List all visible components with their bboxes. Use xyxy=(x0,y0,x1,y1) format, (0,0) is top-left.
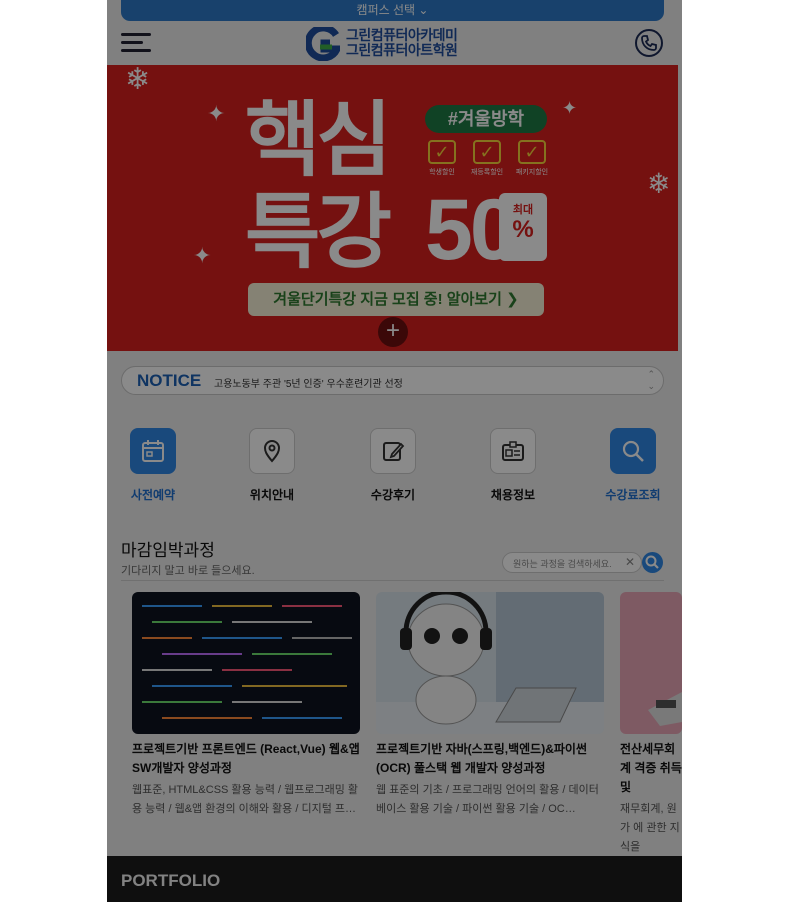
logo-line-2: 그린컴퓨터아트학원 xyxy=(346,42,458,58)
course-card[interactable]: 프로젝트기반 프론트엔드 (React,Vue) 웹&앱 SW개발자 양성과정 … xyxy=(132,592,362,819)
phone-call-icon[interactable] xyxy=(635,29,663,57)
course-title: 전산세무회계 격증 취득 및 xyxy=(620,742,682,794)
left-margin xyxy=(0,0,107,902)
quick-menu: 사전예약 위치안내 수강후기 채용정보 수강료조회 xyxy=(107,428,682,508)
banner-plus-button[interactable]: + xyxy=(378,317,408,347)
robot-laptop-image xyxy=(376,592,604,734)
portfolio-section: PORTFOLIO xyxy=(107,856,682,902)
banner-cta-button[interactable]: 겨울단기특강 지금 모집 중! 알아보기 ❯ xyxy=(248,283,544,316)
calculator-image xyxy=(648,692,682,726)
top-header: 그린컴퓨터아카데미 그린컴퓨터아트학원 xyxy=(107,21,682,65)
check-icon: ✓ xyxy=(428,140,456,164)
check-label: 재등록할인 xyxy=(470,169,504,176)
quick-item-label: 수강후기 xyxy=(370,488,416,502)
search-icon xyxy=(645,555,659,569)
section-title: 마감임박과정 xyxy=(121,541,215,560)
notice-label: NOTICE xyxy=(137,371,202,390)
location-pin-icon xyxy=(249,428,295,474)
course-description: 재무회계, 원가 에 관한 지식을 xyxy=(620,803,680,853)
banner-title-line-1: 핵심 xyxy=(245,95,392,186)
quick-item-reviews[interactable]: 수강후기 xyxy=(353,428,433,508)
portfolio-title: PORTFOLIO xyxy=(121,871,221,890)
check-item: ✓ 패키지할인 xyxy=(515,140,549,180)
snowflake-icon: ❄ xyxy=(647,168,671,199)
notice-bar[interactable]: NOTICE 고용노동부 주관 '5년 인증' 우수훈련기관 선정 ⌃ ⌄ xyxy=(121,366,664,395)
sparkle-icon: ✦ xyxy=(193,243,212,268)
calendar-icon xyxy=(130,428,176,474)
sparkle-icon: ✦ xyxy=(562,98,578,118)
course-card[interactable]: 전산세무회계 격증 취득 및 재무회계, 원가 에 관한 지식을 xyxy=(620,592,682,857)
logo-mark-icon xyxy=(306,27,340,61)
discount-unit: % xyxy=(512,216,534,243)
mobile-viewport: 캠퍼스 선택 ⌄ 그린컴퓨터아카데미 그린컴퓨터아트학원 ❄ ✦ ✦ ✦ ❄ 핵… xyxy=(107,0,682,902)
quick-item-location[interactable]: 위치안내 xyxy=(232,428,312,508)
campus-select-button[interactable]: 캠퍼스 선택 ⌄ xyxy=(121,0,664,21)
notice-scroll-arrows-icon[interactable]: ⌃ ⌄ xyxy=(647,368,655,392)
quick-item-label: 위치안내 xyxy=(249,488,295,502)
clear-icon[interactable]: ✕ xyxy=(625,555,635,569)
snowflake-icon: ❄ xyxy=(125,65,151,96)
search-placeholder: 원하는 과정을 검색하세요. xyxy=(513,559,612,569)
hamburger-menu-icon[interactable] xyxy=(121,33,151,55)
notice-text[interactable]: 고용노동부 주관 '5년 인증' 우수훈련기관 선정 xyxy=(214,375,403,390)
course-thumbnail xyxy=(132,592,360,734)
discount-badge: 최대 % xyxy=(499,193,547,261)
course-title: 프로젝트기반 자바(스프링,백엔드)&파이썬 (OCR) 풀스택 웹 개발자 양… xyxy=(376,742,588,775)
section-divider xyxy=(121,580,664,581)
quick-item-reservation[interactable]: 사전예약 xyxy=(113,428,193,508)
search-icon xyxy=(610,428,656,474)
logo-text: 그린컴퓨터아카데미 그린컴퓨터아트학원 xyxy=(346,27,458,58)
edit-note-icon xyxy=(370,428,416,474)
phone-glyph xyxy=(641,35,657,51)
course-description: 웹 표준의 기초 / 프로그래밍 언어의 활용 / 데이터베이스 활용 기술 /… xyxy=(376,784,599,815)
section-subtitle: 기다리지 말고 바로 들으세요. xyxy=(121,565,255,577)
promo-banner[interactable]: ❄ ✦ ✦ ✦ ❄ 핵심 특강 #겨울방학 ✓ 학생할인 ✓ 재등록할인 ✓ 패키지할… xyxy=(107,65,678,351)
banner-checks: ✓ 학생할인 ✓ 재등록할인 ✓ 패키지할인 xyxy=(425,140,551,180)
quick-item-label: 채용정보 xyxy=(490,488,536,502)
quick-item-label: 사전예약 xyxy=(130,488,176,502)
banner-title: 핵심 특강 xyxy=(245,95,392,279)
site-logo[interactable]: 그린컴퓨터아카데미 그린컴퓨터아트학원 xyxy=(306,27,481,61)
check-label: 학생할인 xyxy=(429,169,455,176)
discount-prefix: 최대 xyxy=(512,204,534,216)
course-card[interactable]: 프로젝트기반 자바(스프링,백엔드)&파이썬 (OCR) 풀스택 웹 개발자 양… xyxy=(376,592,606,819)
check-label: 패키지할인 xyxy=(515,169,549,176)
code-screen-image xyxy=(142,605,352,719)
id-card-icon xyxy=(490,428,536,474)
banner-hashtag: #겨울방학 xyxy=(425,105,547,133)
check-icon: ✓ xyxy=(473,140,501,164)
search-button[interactable] xyxy=(642,552,663,573)
course-title: 프로젝트기반 프론트엔드 (React,Vue) 웹&앱 SW개발자 양성과정 xyxy=(132,742,360,775)
check-icon: ✓ xyxy=(518,140,546,164)
check-item: ✓ 학생할인 xyxy=(425,140,459,180)
course-search-input[interactable]: 원하는 과정을 검색하세요. ✕ xyxy=(502,552,642,573)
course-thumbnail xyxy=(620,592,682,734)
logo-line-1: 그린컴퓨터아카데미 xyxy=(346,27,458,43)
banner-title-line-2: 특강 xyxy=(245,187,392,278)
course-description: 웹표준, HTML&CSS 활용 능력 / 웹프로그래밍 활용 능력 / 웹&앱… xyxy=(132,784,359,815)
quick-item-fee-lookup[interactable]: 수강료조회 xyxy=(593,428,673,508)
quick-item-label: 수강료조회 xyxy=(605,488,661,502)
sparkle-icon: ✦ xyxy=(207,101,226,126)
course-thumbnail xyxy=(376,592,604,734)
quick-item-jobs[interactable]: 채용정보 xyxy=(473,428,553,508)
check-item: ✓ 재등록할인 xyxy=(470,140,504,180)
right-margin xyxy=(682,0,789,902)
